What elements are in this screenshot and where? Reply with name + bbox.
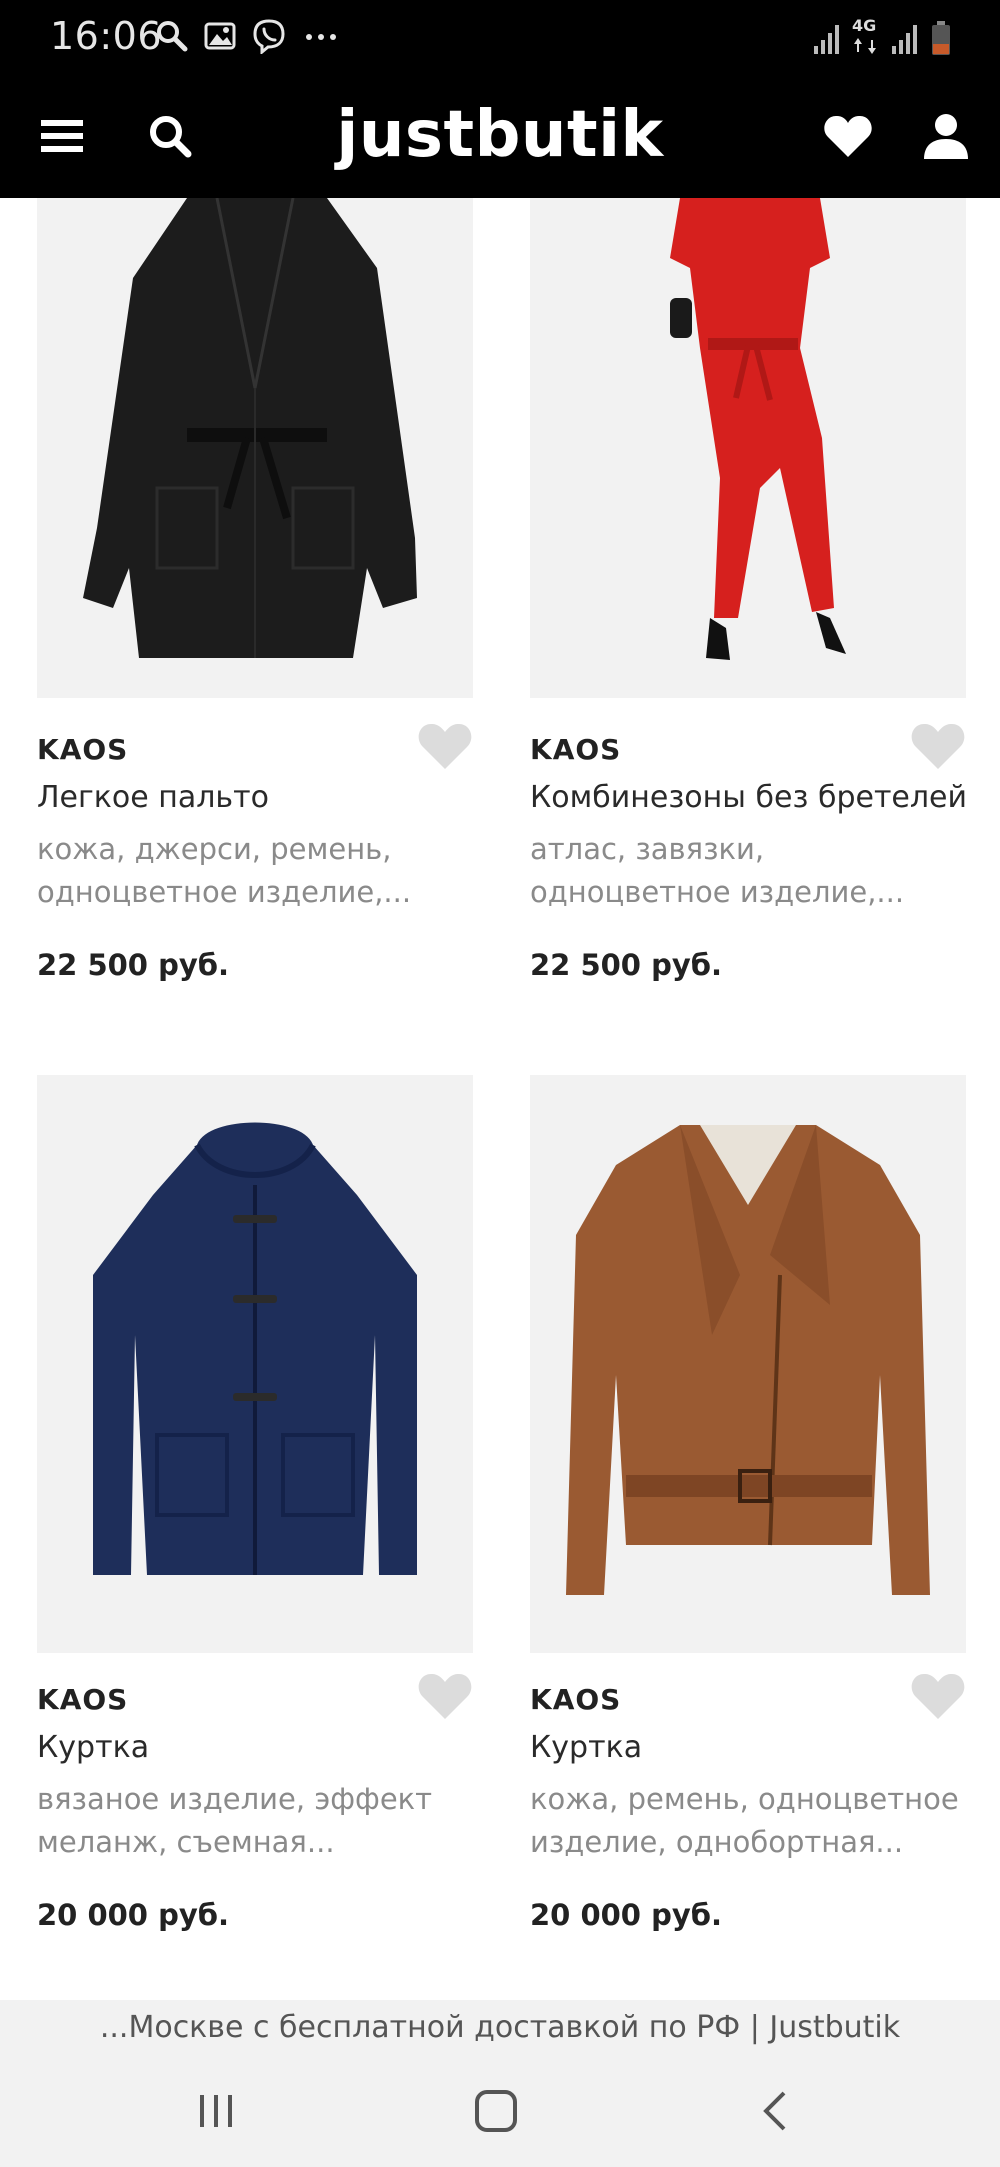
recent-apps-icon <box>200 2095 232 2127</box>
product-brand: KAOS <box>37 1683 129 1716</box>
product-description-line: меланж, съемная... <box>37 1825 335 1859</box>
page-title-bar[interactable]: ...Москве с бесплатной доставкой по РФ |… <box>0 2000 1000 2056</box>
network-label: 4G <box>852 16 877 35</box>
product-description-line: одноцветное изделие,... <box>37 875 412 909</box>
product-brand: KAOS <box>530 1683 622 1716</box>
heart-icon <box>911 1673 965 1719</box>
product-description-line: изделие, однобортная... <box>530 1825 904 1859</box>
back-button[interactable] <box>736 2086 816 2136</box>
product-image[interactable] <box>530 1075 966 1653</box>
status-bar: 16:06 4G <box>0 0 1000 76</box>
product-name: Легкое пальто <box>37 780 269 815</box>
favorites-button[interactable] <box>818 106 878 166</box>
favorite-button[interactable] <box>417 1671 473 1723</box>
product-name: Комбинезоны без бретелей <box>530 780 968 815</box>
signal-icon <box>892 25 917 54</box>
network-4g-icon: 4G <box>852 18 880 56</box>
product-description: кожа, джерси, ремень, одноцветное издели… <box>37 828 473 914</box>
product-description-line: атлас, завязки, <box>530 832 765 866</box>
brown-leather-jacket-image <box>566 1125 930 1595</box>
status-icons-right: 4G <box>812 18 952 56</box>
status-time: 16:06 <box>50 14 163 58</box>
product-description-line: кожа, джерси, ремень, <box>37 832 392 866</box>
search-icon <box>157 21 188 52</box>
navy-knit-jacket-image <box>93 1122 417 1575</box>
signal-icon <box>814 25 839 54</box>
red-jumpsuit-image <box>670 198 846 660</box>
status-icons-left <box>155 18 341 54</box>
back-icon <box>763 2091 786 2131</box>
more-dots-icon <box>306 34 336 40</box>
page-title: ...Москве с бесплатной доставкой по РФ |… <box>99 2010 901 2045</box>
product-brand: KAOS <box>37 733 129 766</box>
product-description-line: кожа, ремень, одноцветное <box>530 1782 959 1816</box>
product-price: 22 500 руб. <box>37 948 230 982</box>
product-card[interactable]: KAOS Куртка кожа, ремень, одноцветное из… <box>530 1075 966 1945</box>
favorite-button[interactable] <box>910 721 966 773</box>
product-image[interactable] <box>37 1075 473 1653</box>
battery-icon <box>932 21 950 55</box>
product-name: Куртка <box>37 1730 150 1765</box>
product-description: кожа, ремень, одноцветное изделие, одноб… <box>530 1778 966 1864</box>
gallery-icon <box>204 22 236 50</box>
product-name: Куртка <box>530 1730 643 1765</box>
product-card[interactable]: KAOS Легкое пальто кожа, джерси, ремень,… <box>37 198 473 998</box>
product-price: 20 000 руб. <box>37 1898 230 1932</box>
home-icon <box>475 2090 517 2132</box>
user-icon <box>924 114 968 159</box>
product-description: вязаное изделие, эффект меланж, съемная.… <box>37 1778 473 1864</box>
app-header: justbutik <box>0 76 1000 198</box>
product-price: 20 000 руб. <box>530 1898 723 1932</box>
product-description: атлас, завязки, одноцветное изделие,... <box>530 828 966 914</box>
heart-icon <box>418 723 472 769</box>
product-image[interactable] <box>530 198 966 698</box>
product-description-line: одноцветное изделие,... <box>530 875 905 909</box>
favorite-button[interactable] <box>910 1671 966 1723</box>
recent-apps-button[interactable] <box>176 2086 256 2136</box>
home-button[interactable] <box>456 2086 536 2136</box>
heart-icon <box>418 1673 472 1719</box>
product-image[interactable] <box>37 198 473 698</box>
product-description-line: вязаное изделие, эффект <box>37 1782 433 1816</box>
product-price: 22 500 руб. <box>530 948 723 982</box>
account-button[interactable] <box>916 106 976 166</box>
black-coat-image <box>83 198 417 658</box>
system-nav-bar <box>0 2056 1000 2167</box>
product-card[interactable]: KAOS Куртка вязаное изделие, эффект мела… <box>37 1075 473 1945</box>
product-card[interactable]: KAOS Комбинезоны без бретелей атлас, зав… <box>530 198 968 998</box>
heart-icon <box>911 723 965 769</box>
product-brand: KAOS <box>530 733 622 766</box>
viber-icon <box>253 19 285 54</box>
heart-icon <box>824 115 872 157</box>
favorite-button[interactable] <box>417 721 473 773</box>
product-grid: KAOS Легкое пальто кожа, джерси, ремень,… <box>0 198 1000 1998</box>
